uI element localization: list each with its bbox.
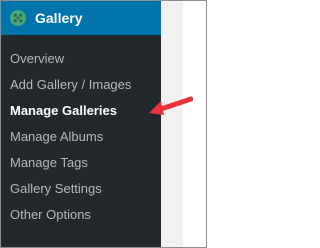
submenu-item-overview[interactable]: Overview bbox=[1, 46, 161, 72]
submenu-item-add-gallery-images[interactable]: Add Gallery / Images bbox=[1, 72, 161, 98]
gallery-menu-header[interactable]: Gallery bbox=[1, 1, 169, 35]
submenu-item-manage-galleries[interactable]: Manage Galleries bbox=[1, 98, 161, 124]
gallery-menu-title: Gallery bbox=[35, 10, 83, 26]
screenshot-frame: Gallery Overview Add Gallery / Images Ma… bbox=[0, 0, 207, 248]
submenu-item-manage-tags[interactable]: Manage Tags bbox=[1, 150, 161, 176]
nextgen-gallery-icon bbox=[10, 10, 26, 26]
current-menu-notch bbox=[161, 10, 169, 26]
submenu-item-gallery-settings[interactable]: Gallery Settings bbox=[1, 176, 161, 202]
content-area bbox=[163, 1, 206, 247]
submenu-item-manage-albums[interactable]: Manage Albums bbox=[1, 124, 161, 150]
admin-sidebar: Gallery Overview Add Gallery / Images Ma… bbox=[1, 1, 169, 247]
submenu-item-other-options[interactable]: Other Options bbox=[1, 202, 161, 228]
red-arrow-icon bbox=[149, 96, 193, 115]
content-panel bbox=[183, 1, 206, 247]
gallery-submenu: Overview Add Gallery / Images Manage Gal… bbox=[1, 35, 161, 228]
